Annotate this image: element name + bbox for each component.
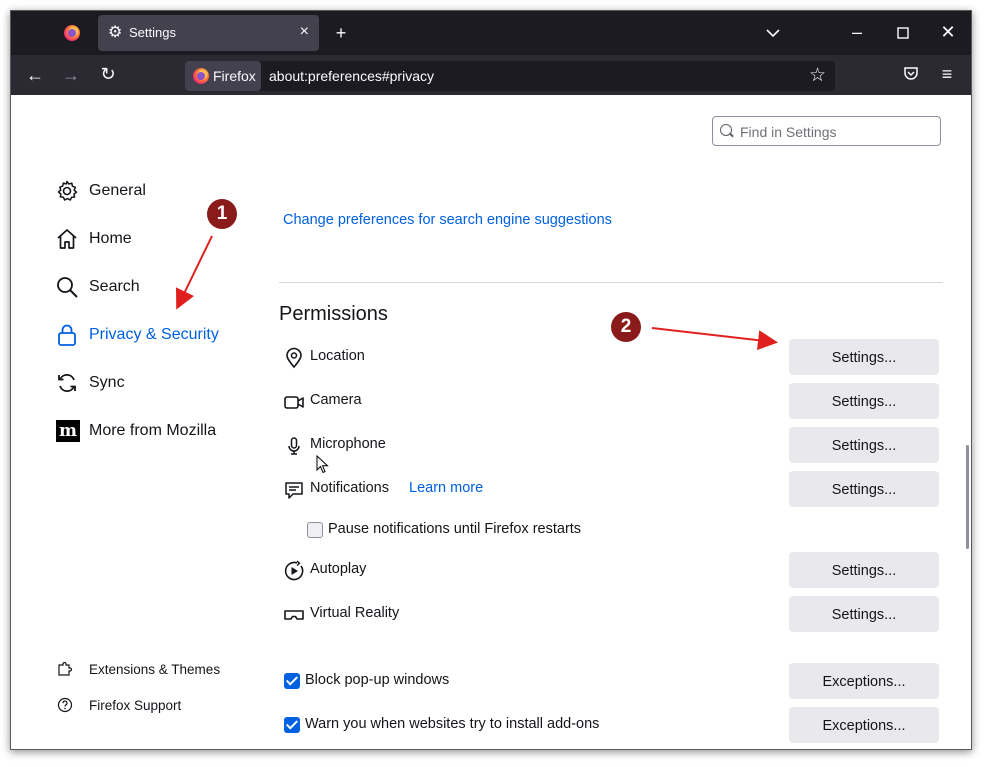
- permission-label: Autoplay: [310, 561, 367, 577]
- camera-icon: [284, 396, 304, 409]
- tab-settings[interactable]: ⚙ Settings ×: [98, 15, 319, 51]
- sidebar-item-label: More from Mozilla: [89, 422, 217, 439]
- sidebar-item-privacy-security[interactable]: Privacy & Security: [55, 319, 255, 351]
- location-pin-icon: [286, 347, 302, 369]
- url-bar[interactable]: Firefox about:preferences#privacy ☆: [185, 61, 835, 91]
- permission-row-virtual-reality: Virtual Reality Settings...: [283, 596, 943, 632]
- autoplay-settings-button[interactable]: Settings...: [789, 552, 939, 588]
- block-popups-checkbox[interactable]: [284, 673, 300, 689]
- permission-label: Microphone: [310, 436, 386, 452]
- warn-addons-row: Warn you when websites try to install ad…: [283, 707, 943, 743]
- permission-row-location: Location Settings...: [283, 339, 943, 375]
- permission-row-microphone: Microphone Settings...: [283, 427, 943, 463]
- permission-label: Location: [310, 348, 365, 364]
- notifications-settings-button[interactable]: Settings...: [789, 471, 939, 507]
- identity-label: Firefox: [213, 68, 256, 84]
- tab-title: Settings: [129, 25, 176, 40]
- reload-button[interactable]: ↻: [95, 64, 121, 84]
- firefox-support-label: Firefox Support: [89, 698, 182, 713]
- permission-label: Notifications: [310, 480, 389, 496]
- section-divider: [279, 282, 943, 283]
- camera-settings-button[interactable]: Settings...: [789, 383, 939, 419]
- search-suggestions-link[interactable]: Change preferences for search engine sug…: [283, 212, 612, 228]
- vr-headset-icon: [284, 610, 304, 620]
- annotation-callout-2: 2: [611, 312, 641, 342]
- pause-notifications-label[interactable]: Pause notifications until Firefox restar…: [328, 521, 581, 537]
- pause-notifications-checkbox[interactable]: [307, 522, 323, 538]
- permission-label: Camera: [310, 392, 362, 408]
- bookmark-star-icon[interactable]: ☆: [809, 64, 826, 87]
- sidebar-item-label: Privacy & Security: [89, 326, 219, 343]
- gear-icon: [57, 180, 78, 201]
- sidebar-item-search[interactable]: Search: [55, 271, 255, 303]
- extensions-themes-label: Extensions & Themes: [89, 662, 221, 677]
- gear-icon: ⚙: [108, 24, 123, 41]
- identity-box[interactable]: Firefox: [185, 61, 261, 91]
- permissions-heading: Permissions: [279, 303, 388, 325]
- sync-icon: [58, 374, 76, 392]
- sidebar-item-sync[interactable]: Sync: [55, 367, 255, 399]
- mouse-cursor-icon: [316, 455, 329, 474]
- sidebar-item-label: General: [89, 182, 146, 199]
- pocket-icon[interactable]: [898, 65, 924, 85]
- maximize-button[interactable]: [891, 23, 915, 43]
- find-in-settings-box[interactable]: [712, 116, 941, 146]
- microphone-icon: [288, 437, 300, 455]
- pause-notifications-row: Pause notifications until Firefox restar…: [283, 512, 943, 548]
- find-in-settings-input[interactable]: [738, 121, 937, 143]
- new-tab-button[interactable]: +: [329, 23, 353, 43]
- location-settings-button[interactable]: Settings...: [789, 339, 939, 375]
- sidebar-item-more-from-mozilla[interactable]: m More from Mozilla: [55, 415, 255, 447]
- autoplay-icon: [284, 560, 304, 581]
- firefox-view-icon[interactable]: [64, 25, 80, 41]
- preferences-content: General Home Search Privacy & Security: [11, 95, 971, 749]
- popup-exceptions-button[interactable]: Exceptions...: [789, 663, 939, 699]
- help-icon: [57, 697, 73, 713]
- block-popups-label[interactable]: Block pop-up windows: [305, 672, 449, 688]
- sidebar-item-label: Home: [89, 230, 132, 247]
- forward-button[interactable]: →: [58, 65, 84, 85]
- search-icon: [720, 124, 732, 136]
- url-text[interactable]: about:preferences#privacy: [269, 68, 434, 84]
- close-window-button[interactable]: ✕: [936, 22, 960, 42]
- scrollbar-thumb[interactable]: [966, 445, 969, 549]
- tab-bar: ⚙ Settings × + – ✕: [11, 11, 971, 55]
- puzzle-icon: [58, 661, 73, 676]
- sidebar-item-label: Search: [89, 278, 140, 295]
- mozilla-icon: m: [56, 420, 80, 442]
- virtual-reality-settings-button[interactable]: Settings...: [789, 596, 939, 632]
- warn-addons-label[interactable]: Warn you when websites try to install ad…: [305, 716, 599, 732]
- browser-window: ⚙ Settings × + – ✕ ← → ↻ Firefox about:p…: [10, 10, 972, 750]
- annotation-callout-1: 1: [207, 199, 237, 229]
- close-tab-icon[interactable]: ×: [300, 23, 309, 41]
- permission-row-notifications: Notifications Learn more Settings...: [283, 471, 943, 507]
- permission-label: Virtual Reality: [310, 605, 400, 621]
- search-icon: [57, 277, 78, 298]
- list-tabs-button[interactable]: [761, 23, 785, 43]
- warn-addons-checkbox[interactable]: [284, 717, 300, 733]
- notification-icon: [285, 482, 303, 499]
- navigation-toolbar: ← → ↻ Firefox about:preferences#privacy …: [11, 55, 971, 95]
- permission-row-camera: Camera Settings...: [283, 383, 943, 419]
- notifications-learn-more-link[interactable]: Learn more: [409, 480, 483, 496]
- lock-icon: [58, 324, 76, 346]
- sidebar-item-label: Sync: [89, 374, 125, 391]
- firefox-logo-icon: [193, 68, 209, 84]
- block-popups-row: Block pop-up windows Exceptions...: [283, 663, 943, 699]
- minimize-button[interactable]: –: [845, 22, 869, 42]
- menu-icon[interactable]: ≡: [934, 64, 960, 84]
- microphone-settings-button[interactable]: Settings...: [789, 427, 939, 463]
- addon-exceptions-button[interactable]: Exceptions...: [789, 707, 939, 743]
- back-button[interactable]: ←: [22, 65, 48, 85]
- permission-row-autoplay: Autoplay Settings...: [283, 552, 943, 588]
- home-icon: [57, 229, 77, 249]
